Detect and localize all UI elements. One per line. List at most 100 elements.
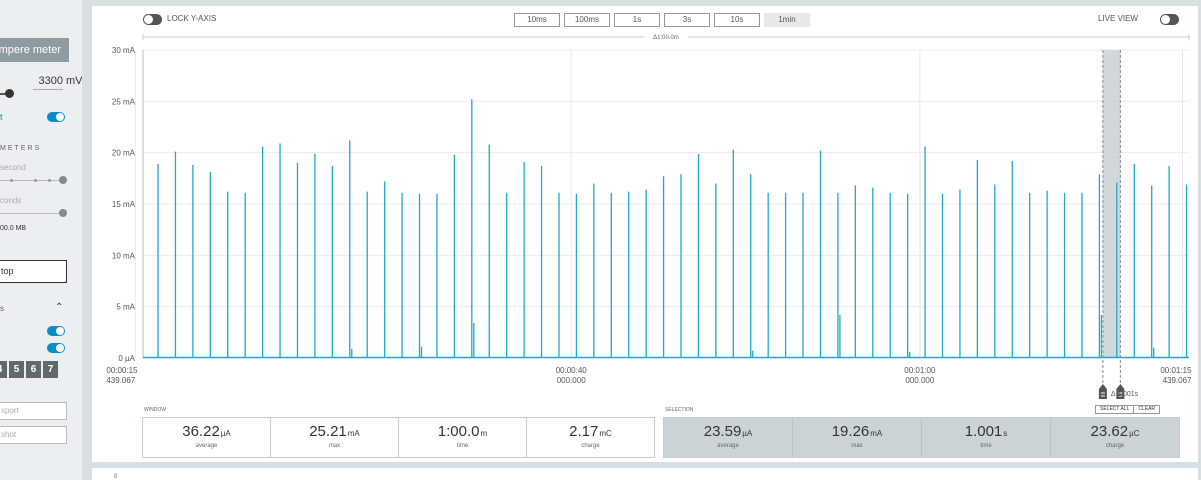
x-tick-sublabel: 000.000 xyxy=(905,376,934,385)
stat-unit: µC xyxy=(1129,429,1140,438)
y-tick-label: 0 µA xyxy=(118,354,135,363)
screenshot-button[interactable]: shot xyxy=(0,426,67,444)
selection-stats-label: SELECTION xyxy=(665,407,694,413)
live-view-toggle[interactable] xyxy=(1160,14,1179,25)
stat-label: time xyxy=(980,443,992,449)
selection-stats: 23.59µA average 19.26mA max 1.001s time … xyxy=(663,417,1180,458)
select-all-button[interactable]: SELECT ALL xyxy=(1095,405,1135,414)
current-chart[interactable]: 0 µA 5 mA 10 mA 15 mA 20 mA 25 mA 30 mA Δ1:00.0… xyxy=(92,6,1198,401)
duration-slider-handle[interactable] xyxy=(59,209,67,217)
digital-channel-6[interactable]: 6 xyxy=(26,361,41,378)
digital-channel-4[interactable]: 4 xyxy=(0,361,7,378)
digital-channel-label: 0 xyxy=(114,474,118,480)
duration-label: conds xyxy=(0,196,22,205)
power-output-toggle[interactable] xyxy=(47,112,65,122)
voltage-unit: mV xyxy=(66,75,82,87)
export-button[interactable]: xport xyxy=(0,402,67,420)
x-tick-label: 00:01:00 xyxy=(904,366,936,375)
selection-average: 23.59µA average xyxy=(664,418,793,457)
zoom-100ms-button[interactable]: 100ms xyxy=(564,13,610,27)
digital-channel-5[interactable]: 5 xyxy=(9,361,24,378)
zoom-presets: 10ms 100ms 1s 3s 10s 1min xyxy=(514,13,810,27)
digital-channel-buttons: 4 5 6 7 xyxy=(0,361,58,378)
y-tick-label: 20 mA xyxy=(112,149,136,158)
ampere-meter-button[interactable]: Ampere meter xyxy=(0,38,69,62)
stat-label: charge xyxy=(581,443,600,449)
y-tick-label: 15 mA xyxy=(112,200,136,209)
zoom-1s-button[interactable]: 1s xyxy=(614,13,660,27)
stat-value: 23.62 xyxy=(1090,423,1129,440)
slider-step-dot xyxy=(34,179,37,182)
y-tick-label: 5 mA xyxy=(116,303,135,312)
stat-value: 2.17 xyxy=(569,423,599,440)
stat-label: max xyxy=(328,443,341,449)
window-span-label: Δ1:00.0m xyxy=(653,35,679,41)
parameters-heading: METERS xyxy=(0,145,42,152)
x-tick-label: 00:01:15 xyxy=(1160,366,1192,375)
y-tick-label: 10 mA xyxy=(112,251,136,260)
x-tick-sublabel: 439.067 xyxy=(1163,376,1192,385)
window-charge: 2.17mC charge xyxy=(527,418,654,457)
x-tick-label: 00:00:40 xyxy=(556,366,588,375)
lock-y-axis-toggle[interactable] xyxy=(143,14,162,25)
timestamp-toggle[interactable] xyxy=(47,343,65,353)
clear-selection-button[interactable]: CLEAR xyxy=(1134,405,1161,414)
stat-label: time xyxy=(456,443,469,449)
enable-power-label: t xyxy=(0,112,3,122)
stat-label: charge xyxy=(1105,443,1125,449)
chevron-up-icon[interactable]: ⌃ xyxy=(55,302,63,313)
stat-unit: s xyxy=(1003,429,1008,438)
zoom-10s-button[interactable]: 10s xyxy=(714,13,760,27)
stat-value: 19.26 xyxy=(831,423,870,440)
stat-unit: mC xyxy=(599,429,612,438)
zoom-3s-button[interactable]: 3s xyxy=(664,13,710,27)
selection-max: 19.26mA max xyxy=(793,418,922,457)
window-max: 25.21mA max xyxy=(271,418,399,457)
sample-rate-label: second xyxy=(0,163,26,172)
duration-slider-track[interactable] xyxy=(0,213,62,214)
live-view-label: LIVE VIEW xyxy=(1098,14,1139,23)
digital-channel-7[interactable]: 7 xyxy=(43,361,58,378)
window-stats-label: WINDOW xyxy=(144,407,166,413)
stat-label: average xyxy=(195,443,218,449)
selection-charge: 23.62µC charge xyxy=(1051,418,1179,457)
slider-step-dot xyxy=(48,179,51,182)
stat-label: max xyxy=(851,443,863,449)
zoom-1min-button[interactable]: 1min xyxy=(764,13,810,27)
sidebar: Ampere meter 3300 mV t METERS second con… xyxy=(0,0,82,480)
stat-value: 1.001 xyxy=(964,423,1003,440)
selection-actions: SELECT ALL CLEAR xyxy=(1095,405,1161,414)
voltage-input[interactable]: 3300 xyxy=(33,75,63,90)
stat-unit: m xyxy=(480,429,488,438)
stat-unit: mA xyxy=(870,429,883,438)
stat-unit: µA xyxy=(220,429,231,438)
stat-label: average xyxy=(717,443,739,449)
selection-handle-icon[interactable] xyxy=(1098,384,1107,399)
stat-unit: µA xyxy=(742,429,753,438)
stat-value: 25.21 xyxy=(309,423,347,440)
window-stats: 36.22µA average 25.21mA max 1:00.0m time… xyxy=(142,417,655,458)
digital-channels-section-label: s xyxy=(0,304,4,313)
digital-channels-card: 0 xyxy=(92,468,1198,480)
digital-channels-toggle[interactable] xyxy=(47,326,65,336)
stop-button[interactable]: top xyxy=(0,260,67,283)
x-tick-sublabel: 439.067 xyxy=(106,376,135,385)
sample-rate-slider-handle[interactable] xyxy=(59,176,67,184)
selection-time: 1.001s time xyxy=(922,418,1051,457)
x-tick-sublabel: 000.000 xyxy=(557,376,586,385)
window-time: 1:00.0m time xyxy=(399,418,527,457)
lock-y-axis-label: LOCK Y-AXIS xyxy=(167,14,217,23)
buffer-size-label: 00.0 MB xyxy=(0,225,27,232)
selection-band xyxy=(1102,50,1121,358)
chart-card: 0 µA 5 mA 10 mA 15 mA 20 mA 25 mA 30 mA Δ1:00.0… xyxy=(92,6,1198,462)
x-tick-label: 00:00:15 xyxy=(106,366,138,375)
cursor-delta-label: Δ 1.001s xyxy=(1111,391,1139,398)
stat-unit: mA xyxy=(347,429,360,438)
stat-value: 23.59 xyxy=(703,423,742,440)
y-tick-label: 30 mA xyxy=(112,46,136,55)
slider-step-dot xyxy=(10,179,13,182)
stat-value: 36.22 xyxy=(182,423,220,440)
stat-value: 1:00.0 xyxy=(437,423,480,440)
voltage-slider-handle[interactable] xyxy=(5,89,14,98)
zoom-10ms-button[interactable]: 10ms xyxy=(514,13,560,27)
